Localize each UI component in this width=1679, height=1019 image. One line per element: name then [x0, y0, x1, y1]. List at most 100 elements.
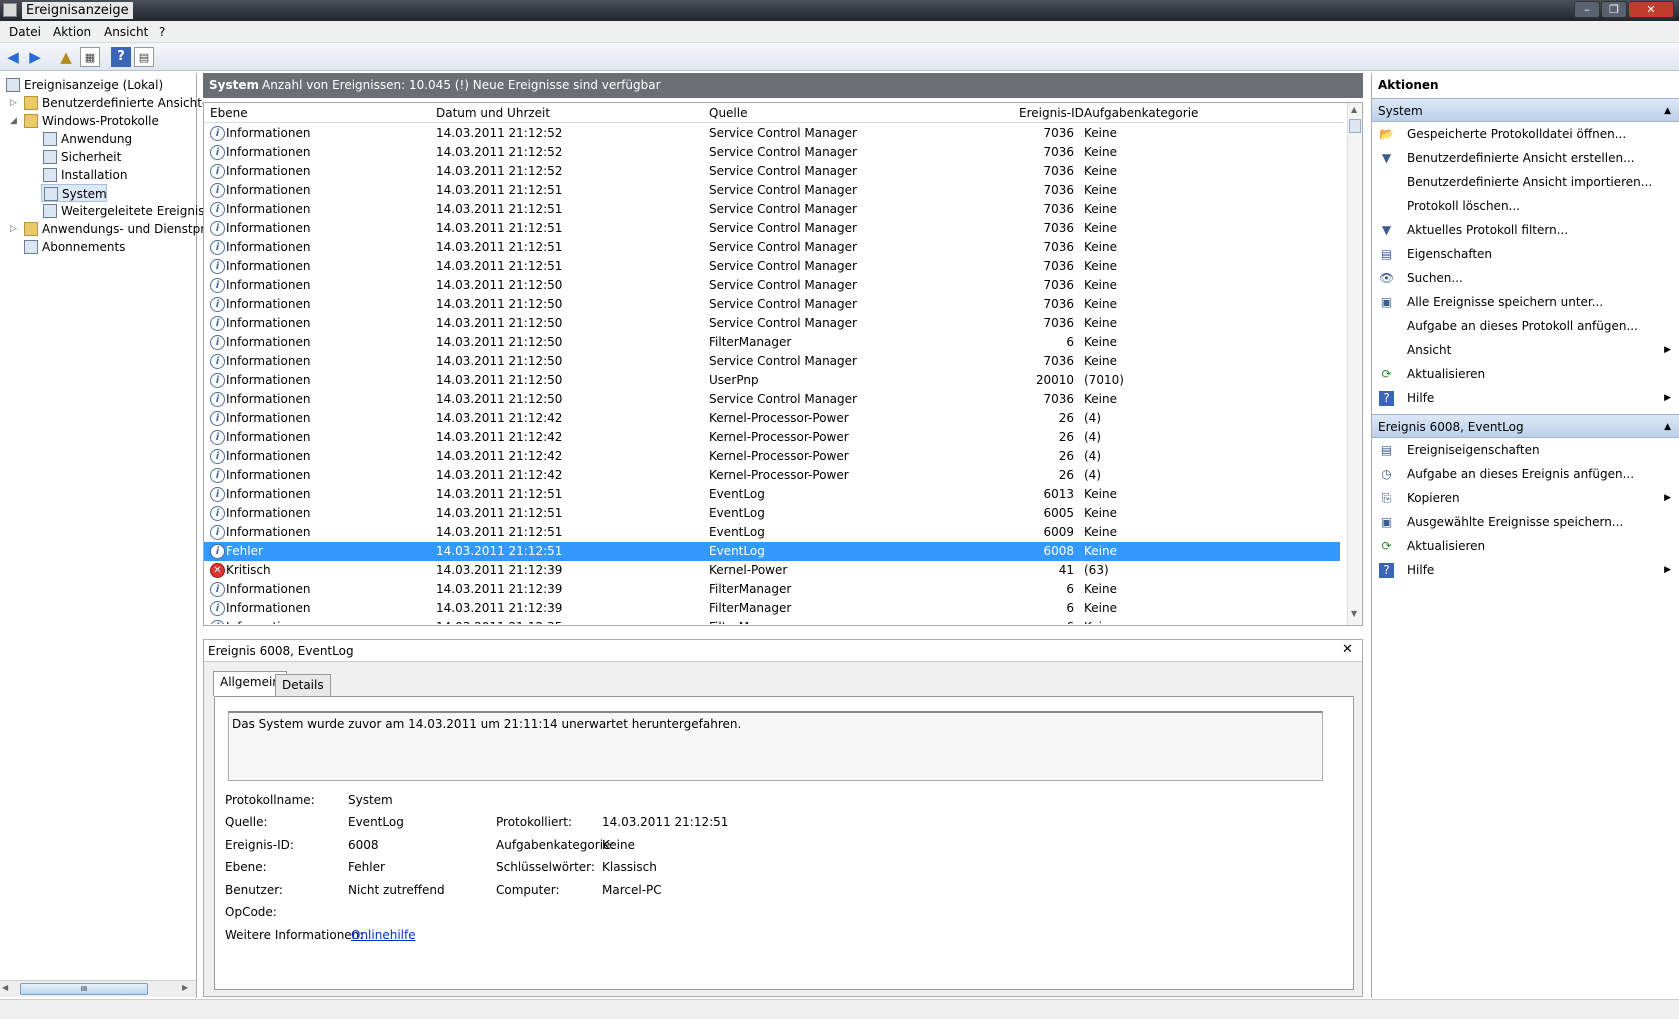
- action-item[interactable]: ▼ Benutzerdefinierte Ansicht erstellen...: [1372, 147, 1679, 170]
- action-item[interactable]: ▣ Ausgewählte Ereignisse speichern...: [1372, 511, 1679, 534]
- level-value[interactable]: Fehler: [348, 860, 385, 874]
- table-row[interactable]: i Informationen 14.03.2011 21:12:51 Service…: [204, 257, 1340, 276]
- expand-icon[interactable]: ▷: [10, 220, 17, 238]
- table-row[interactable]: i Informationen 14.03.2011 21:12:39 FilterM…: [204, 599, 1340, 618]
- tree-item-apps-services[interactable]: ▷ Anwendungs- und Dienstpro: [10, 220, 212, 238]
- action-item[interactable]: ▤ Eigenschaften: [1372, 243, 1679, 266]
- table-row[interactable]: i Informationen 14.03.2011 21:12:51 EventLo…: [204, 485, 1340, 504]
- close-icon[interactable]: ✕: [1342, 642, 1353, 657]
- col-source[interactable]: Quelle: [709, 106, 747, 120]
- event-message[interactable]: Das System wurde zuvor am 14.03.2011 um …: [228, 711, 1323, 781]
- table-row[interactable]: iInformationen 14.03.2011 21:12:35 FilterM…: [204, 618, 1340, 624]
- expand-icon[interactable]: ▷: [10, 94, 17, 112]
- scroll-thumb[interactable]: III: [20, 983, 148, 995]
- keywords-value[interactable]: Klassisch: [602, 860, 657, 874]
- table-row[interactable]: i Informationen 14.03.2011 21:12:50 FilterM…: [204, 333, 1340, 352]
- close-button[interactable]: ✕: [1628, 1, 1674, 18]
- log-name-value[interactable]: System: [348, 793, 393, 807]
- task-category-value[interactable]: Keine: [602, 838, 635, 852]
- table-row[interactable]: i Informationen 14.03.2011 21:12:51 EventLo…: [204, 523, 1340, 542]
- col-date[interactable]: Datum und Uhrzeit: [436, 106, 550, 120]
- table-row[interactable]: i Informationen 14.03.2011 21:12:50 Service…: [204, 276, 1340, 295]
- col-event-id[interactable]: Ereignis-ID: [1019, 106, 1084, 120]
- action-item[interactable]: ▼ Aktuelles Protokoll filtern...: [1372, 219, 1679, 242]
- action-item[interactable]: ? Hilfe ▶: [1372, 387, 1679, 410]
- forward-arrow-icon[interactable]: ▶: [25, 47, 45, 67]
- table-row[interactable]: i Informationen 14.03.2011 21:12:42 Kernel-…: [204, 447, 1340, 466]
- source-value[interactable]: EventLog: [348, 815, 404, 829]
- action-item[interactable]: 📂 Gespeicherte Protokolldatei öffnen...: [1372, 123, 1679, 146]
- collapse-icon[interactable]: ◢: [10, 112, 17, 130]
- action-item[interactable]: 👁 Suchen...: [1372, 267, 1679, 290]
- action-item[interactable]: ▤ Ereigniseigenschaften: [1372, 439, 1679, 462]
- table-row[interactable]: ✕ Kritisch 14.03.2011 21:12:39 Kernel-Power…: [204, 561, 1340, 580]
- menu-aktion[interactable]: Aktion: [53, 25, 91, 39]
- action-item[interactable]: ⟳ Aktualisieren: [1372, 363, 1679, 386]
- up-folder-icon[interactable]: ▲: [56, 47, 76, 67]
- table-row[interactable]: i Informationen 14.03.2011 21:12:51 Service…: [204, 200, 1340, 219]
- grid-vertical-scrollbar[interactable]: ▲ ▼: [1347, 103, 1362, 625]
- table-row[interactable]: i Informationen 14.03.2011 21:12:50 Service…: [204, 352, 1340, 371]
- tree-item-subscriptions[interactable]: Abonnements: [24, 238, 125, 256]
- show-hide-actions-icon[interactable]: ▤: [134, 47, 154, 67]
- action-item[interactable]: ◷ Aufgabe an dieses Ereignis anfügen...: [1372, 463, 1679, 486]
- tree-item-custom-views[interactable]: ▷ Benutzerdefinierte Ansichter: [10, 94, 214, 112]
- back-arrow-icon[interactable]: ◀: [3, 47, 23, 67]
- action-item[interactable]: Benutzerdefinierte Ansicht importieren..…: [1372, 171, 1679, 194]
- table-row[interactable]: i Informationen 14.03.2011 21:12:51 Service…: [204, 238, 1340, 257]
- col-level[interactable]: Ebene: [210, 106, 248, 120]
- menu-help[interactable]: ?: [159, 25, 165, 39]
- menu-ansicht[interactable]: Ansicht: [104, 25, 148, 39]
- action-item[interactable]: Protokoll löschen...: [1372, 195, 1679, 218]
- table-row[interactable]: i Informationen 14.03.2011 21:12:50 Service…: [204, 314, 1340, 333]
- table-row[interactable]: i Informationen 14.03.2011 21:12:51 EventLo…: [204, 504, 1340, 523]
- action-item[interactable]: ⟳ Aktualisieren: [1372, 535, 1679, 558]
- help-icon[interactable]: ?: [111, 47, 131, 67]
- tree-item-forwarded[interactable]: Weitergeleitete Ereignisse: [43, 202, 218, 220]
- table-row[interactable]: i Informationen 14.03.2011 21:12:51 Service…: [204, 181, 1340, 200]
- action-item[interactable]: ? Hilfe ▶: [1372, 559, 1679, 582]
- event-id-value[interactable]: 6008: [348, 838, 379, 852]
- scroll-up-icon[interactable]: ▲: [1351, 105, 1357, 114]
- action-item[interactable]: Ansicht ▶: [1372, 339, 1679, 362]
- section-system[interactable]: System ▲: [1372, 98, 1679, 122]
- user-value[interactable]: Nicht zutreffend: [348, 883, 445, 897]
- tree-item-root[interactable]: Ereignisanzeige (Lokal): [6, 76, 163, 94]
- section-event[interactable]: Ereignis 6008, EventLog ▲: [1372, 414, 1679, 438]
- tree-item-windows-logs[interactable]: ◢ Windows-Protokolle: [10, 112, 159, 130]
- logged-value[interactable]: 14.03.2011 21:12:51: [602, 815, 728, 829]
- col-category[interactable]: Aufgabenkategorie: [1084, 106, 1198, 120]
- tree-item-setup[interactable]: Installation: [43, 166, 127, 184]
- minimize-button[interactable]: –: [1574, 1, 1600, 18]
- table-row[interactable]: i Informationen 14.03.2011 21:12:52 Service…: [204, 162, 1340, 181]
- table-row[interactable]: i Informationen 14.03.2011 21:12:42 Kernel-…: [204, 428, 1340, 447]
- tree-horizontal-scrollbar[interactable]: ◀ III ▶: [0, 980, 196, 997]
- scroll-right-icon[interactable]: ▶: [182, 983, 188, 992]
- maximize-button[interactable]: ❐: [1601, 1, 1627, 18]
- online-help-link[interactable]: Onlinehilfe: [351, 928, 416, 942]
- action-item[interactable]: ▣ Alle Ereignisse speichern unter...: [1372, 291, 1679, 314]
- show-hide-tree-icon[interactable]: ▦: [80, 47, 100, 67]
- table-row[interactable]: i Informationen 14.03.2011 21:12:50 UserPnp…: [204, 371, 1340, 390]
- menu-datei[interactable]: Datei: [9, 25, 41, 39]
- table-row[interactable]: i Informationen 14.03.2011 21:12:42 Kernel-…: [204, 409, 1340, 428]
- table-row[interactable]: i Informationen 14.03.2011 21:12:52 Service…: [204, 124, 1340, 143]
- tree-item-security[interactable]: Sicherheit: [43, 148, 121, 166]
- table-row[interactable]: i Informationen 14.03.2011 21:12:50 Service…: [204, 390, 1340, 409]
- action-item[interactable]: Aufgabe an dieses Protokoll anfügen...: [1372, 315, 1679, 338]
- tree-item-application[interactable]: Anwendung: [43, 130, 132, 148]
- action-item[interactable]: ⎘ Kopieren ▶: [1372, 487, 1679, 510]
- table-row[interactable]: i Informationen 14.03.2011 21:12:42 Kernel-…: [204, 466, 1340, 485]
- table-row[interactable]: i Informationen 14.03.2011 21:12:52 Service…: [204, 143, 1340, 162]
- scroll-left-icon[interactable]: ◀: [2, 983, 8, 992]
- collapse-icon[interactable]: ▲: [1664, 415, 1671, 439]
- collapse-icon[interactable]: ▲: [1664, 99, 1671, 123]
- computer-value[interactable]: Marcel-PC: [602, 883, 662, 897]
- scroll-thumb[interactable]: [1349, 119, 1361, 133]
- table-row[interactable]: i Fehler 14.03.2011 21:12:51 EventLog Keine 6…: [204, 542, 1340, 561]
- tree-item-system[interactable]: System: [41, 184, 107, 202]
- tab-details[interactable]: Details: [275, 674, 331, 696]
- table-row[interactable]: i Informationen 14.03.2011 21:12:39 FilterM…: [204, 580, 1340, 599]
- table-row[interactable]: i Informationen 14.03.2011 21:12:50 Service…: [204, 295, 1340, 314]
- scroll-down-icon[interactable]: ▼: [1351, 609, 1357, 618]
